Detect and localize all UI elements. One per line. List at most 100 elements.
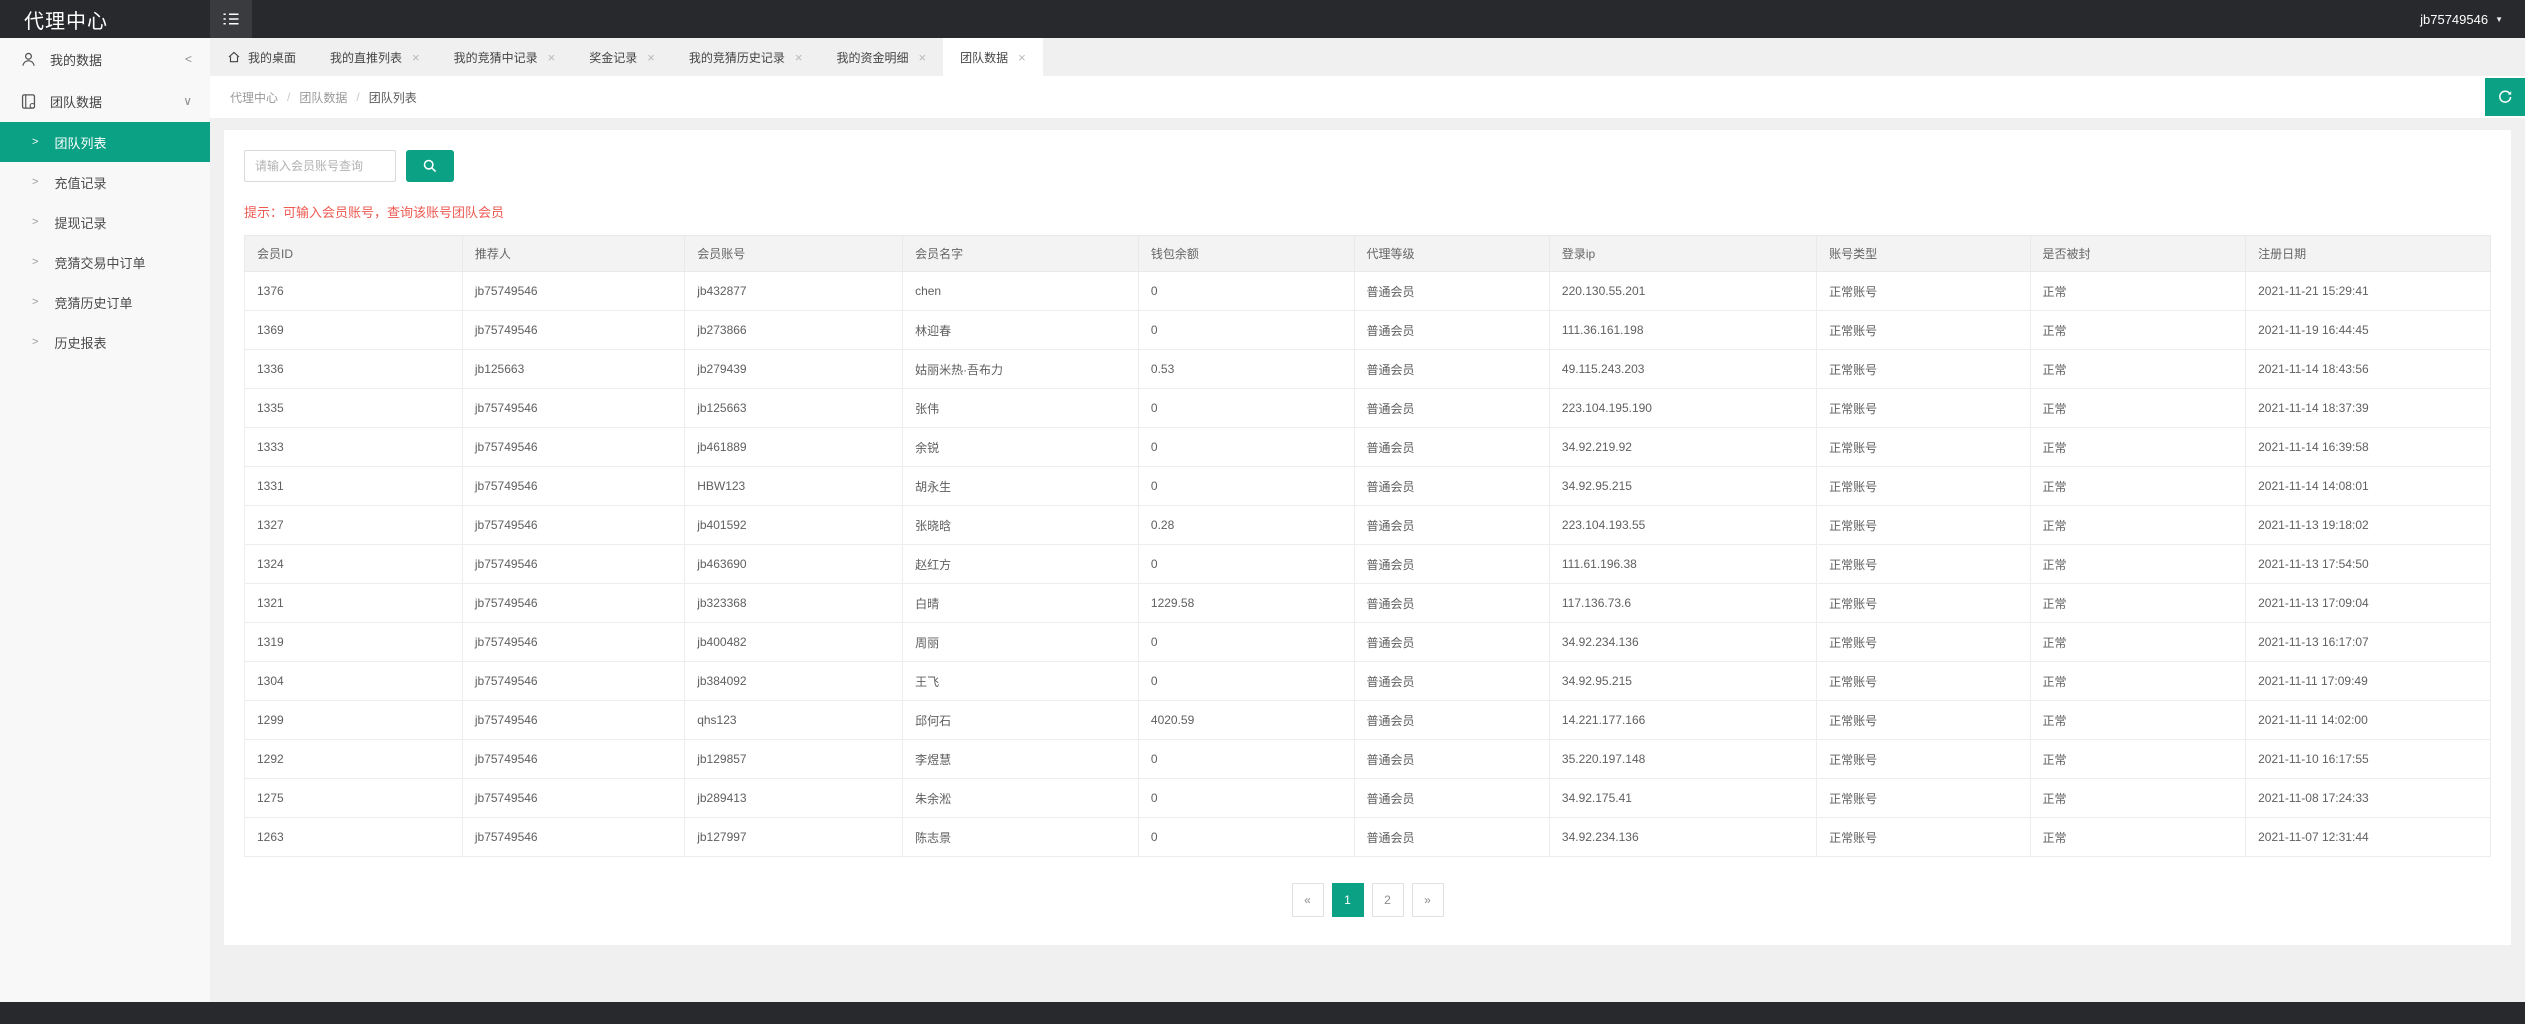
table-cell: 正常账号	[1816, 661, 2031, 701]
chevron-collapsed-icon: <	[184, 52, 192, 66]
table-cell: jb75749546	[461, 388, 686, 428]
tab-label: 我的桌面	[248, 50, 297, 65]
table-cell: 正常	[2029, 544, 2247, 584]
members-table: 会员ID 推荐人 会员账号 会员名字 钱包余额 代理等级 登录ip 账号类型 是否被封 注册日期 …	[244, 235, 2491, 857]
column-header-4: 钱包余额	[1137, 235, 1355, 272]
close-icon[interactable]: ×	[548, 50, 556, 65]
table-cell: jb75749546	[461, 271, 686, 311]
table-cell: 1319	[244, 622, 463, 662]
breadcrumb-separator: /	[356, 90, 360, 104]
close-icon[interactable]: ×	[918, 50, 926, 65]
tab-my-funds-detail[interactable]: 我的资金明细 ×	[819, 38, 943, 76]
table-cell: 4020.59	[1137, 700, 1355, 740]
tab-label: 我的直推列表	[330, 50, 403, 65]
tab-bonus-records[interactable]: 奖金记录 ×	[572, 38, 672, 76]
table-cell: 正常账号	[1816, 349, 2031, 389]
table-cell: chen	[902, 271, 1139, 311]
sidebar-item-recharge-records[interactable]: > 充值记录	[0, 162, 210, 202]
sidebar-item-team-data[interactable]: 团队数据 ∨	[0, 80, 210, 122]
close-icon[interactable]: ×	[647, 50, 655, 65]
table-cell: 余锐	[902, 427, 1139, 467]
app: 代理中心 jb75749546 ▼ 我的数据 < 团队数据 ∨ > 团队列表 > 充值…	[0, 0, 2525, 1024]
sidebar-group-label: 团队数据	[50, 94, 103, 110]
table-cell: 正常账号	[1816, 739, 2031, 779]
table-cell: 普通会员	[1353, 427, 1550, 467]
menu-toggle-button[interactable]	[210, 0, 252, 38]
table-cell: jb401592	[684, 505, 904, 545]
sidebar-item-betting-open-orders[interactable]: > 竞猜交易中订单	[0, 242, 210, 282]
table-cell: 正常	[2029, 661, 2247, 701]
column-header-9: 注册日期	[2245, 235, 2491, 272]
top-header: 代理中心 jb75749546 ▼	[0, 0, 2525, 38]
table-cell: 普通会员	[1353, 739, 1550, 779]
table-cell: 陈志景	[902, 817, 1139, 857]
breadcrumb-separator: /	[287, 90, 291, 104]
tab-my-betting-history[interactable]: 我的竞猜历史记录 ×	[672, 38, 820, 76]
table-cell: jb75749546	[461, 661, 686, 701]
close-icon[interactable]: ×	[795, 50, 803, 65]
sidebar-item-history-reports[interactable]: > 历史报表	[0, 322, 210, 362]
table-cell: jb125663	[461, 349, 686, 389]
sidebar-item-label: 充值记录	[54, 175, 107, 191]
table-cell: 2021-11-19 16:44:45	[2245, 310, 2491, 350]
table-cell: 0.53	[1137, 349, 1355, 389]
close-icon[interactable]: ×	[412, 50, 420, 65]
sidebar-item-betting-history-orders[interactable]: > 竞猜历史订单	[0, 282, 210, 322]
table-cell: 1376	[244, 271, 463, 311]
sidebar-item-team-list[interactable]: > 团队列表	[0, 122, 210, 162]
table-cell: 1369	[244, 310, 463, 350]
table-cell: 34.92.234.136	[1548, 622, 1818, 662]
table-cell: 正常账号	[1816, 427, 2031, 467]
table-cell: 2021-11-11 17:09:49	[2245, 661, 2491, 701]
table-cell: 0	[1137, 310, 1355, 350]
table-cell: 1299	[244, 700, 463, 740]
table-row: 1319 jb75749546 jb400482 周丽 0 普通会员 34.92.234.1…	[244, 622, 2491, 662]
search-icon	[422, 158, 438, 174]
breadcrumb-item[interactable]: 代理中心	[230, 89, 278, 106]
tab-my-betting-open[interactable]: 我的竞猜中记录 ×	[437, 38, 573, 76]
table-cell: jb75749546	[461, 544, 686, 584]
breadcrumb-item[interactable]: 团队数据	[299, 89, 347, 106]
search-input[interactable]	[244, 150, 396, 182]
pagination-prev-button[interactable]: «	[1291, 883, 1324, 917]
table-cell: 李煜慧	[902, 739, 1139, 779]
tab-team-data[interactable]: 团队数据 ×	[943, 38, 1043, 76]
table-cell: jb323368	[684, 583, 904, 623]
close-icon[interactable]: ×	[1018, 50, 1026, 65]
tab-my-desktop[interactable]: 我的桌面	[210, 38, 313, 76]
table-row: 1335 jb75749546 jb125663 张伟 0 普通会员 223.104.195…	[244, 388, 2491, 428]
sidebar-item-withdraw-records[interactable]: > 提现记录	[0, 202, 210, 242]
table-cell: 正常账号	[1816, 622, 2031, 662]
search-button[interactable]	[406, 150, 454, 182]
table-cell: 2021-11-13 16:17:07	[2245, 622, 2491, 662]
table-cell: 34.92.175.41	[1548, 778, 1818, 818]
table-cell: 正常	[2029, 739, 2247, 779]
table-cell: jb75749546	[461, 739, 686, 779]
table-cell: jb75749546	[461, 817, 686, 857]
table-cell: 周丽	[902, 622, 1139, 662]
table-cell: jb289413	[684, 778, 904, 818]
table-cell: jb75749546	[461, 466, 686, 506]
table-row: 1336 jb125663 jb279439 姑丽米热·吾布力 0.53 普通会员 49.1…	[244, 349, 2491, 389]
table-cell: 34.92.95.215	[1548, 466, 1818, 506]
table-cell: 正常	[2029, 310, 2247, 350]
breadcrumb: 代理中心 / 团队数据 / 团队列表	[230, 89, 417, 106]
table-cell: 姑丽米热·吾布力	[902, 349, 1139, 389]
table-cell: 正常账号	[1816, 505, 2031, 545]
pagination-page-2[interactable]: 2	[1371, 883, 1404, 917]
user-menu[interactable]: jb75749546 ▼	[2420, 12, 2525, 27]
pagination-page-1[interactable]: 1	[1331, 883, 1364, 917]
table-cell: 林迎春	[902, 310, 1139, 350]
table-cell: 邱何石	[902, 700, 1139, 740]
table-cell: 111.61.196.38	[1548, 544, 1818, 584]
refresh-button[interactable]	[2485, 78, 2525, 116]
table-cell: 普通会员	[1353, 583, 1550, 623]
tab-my-direct-list[interactable]: 我的直推列表 ×	[313, 38, 437, 76]
pagination-next-button[interactable]: »	[1411, 883, 1444, 917]
table-cell: 1292	[244, 739, 463, 779]
table-row: 1292 jb75749546 jb129857 李煜慧 0 普通会员 35.220.197…	[244, 739, 2491, 779]
sidebar-item-my-data[interactable]: 我的数据 <	[0, 38, 210, 80]
main-area: 我的桌面 我的直推列表 × 我的竞猜中记录 × 奖金记录 × 我的竞猜历史记录 × 我的资金明细 ×…	[210, 38, 2525, 1002]
column-header-2: 会员账号	[684, 235, 904, 272]
sidebar-item-label: 竞猜交易中订单	[54, 255, 146, 271]
